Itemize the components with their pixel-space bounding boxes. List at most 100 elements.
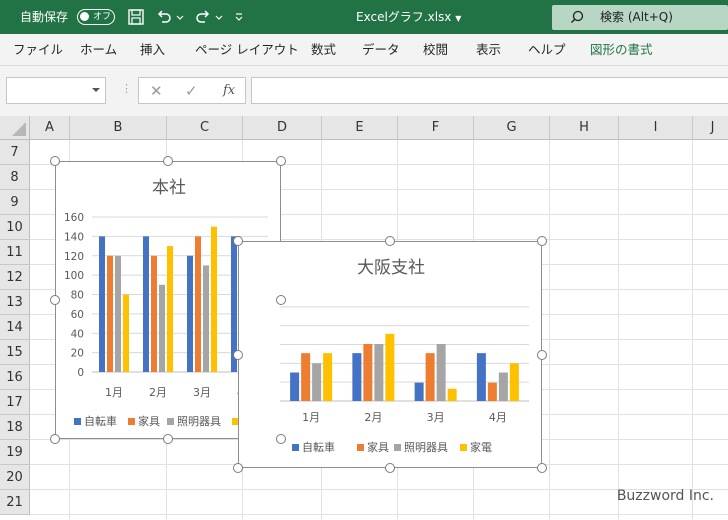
row-header-9[interactable]: 9 bbox=[0, 190, 30, 215]
bar-2-4[interactable] bbox=[487, 382, 497, 401]
chart-honsha-resize-handle[interactable] bbox=[50, 434, 60, 444]
bar-1-2[interactable] bbox=[352, 353, 362, 401]
column-header-b[interactable]: B bbox=[70, 116, 167, 140]
chart-osaka-resize-handle[interactable] bbox=[233, 236, 243, 246]
chart-osaka-resize-handle[interactable] bbox=[385, 236, 395, 246]
column-header-h[interactable]: H bbox=[550, 116, 619, 140]
tab-file[interactable]: ファイル bbox=[13, 34, 63, 66]
column-header-i[interactable]: I bbox=[619, 116, 693, 140]
chart-honsha-resize-handle[interactable] bbox=[163, 156, 173, 166]
undo-dropdown-icon[interactable] bbox=[175, 8, 185, 26]
y-tick-label: 80 bbox=[71, 290, 84, 302]
tab-page-layout[interactable]: ページ レイアウト bbox=[195, 34, 299, 66]
tab-home[interactable]: ホーム bbox=[80, 34, 117, 66]
chart-honsha-resize-handle[interactable] bbox=[276, 295, 286, 305]
name-box[interactable] bbox=[6, 77, 106, 104]
row-header-10[interactable]: 10 bbox=[0, 215, 30, 240]
row-header-11[interactable]: 11 bbox=[0, 240, 30, 265]
column-header-g[interactable]: G bbox=[474, 116, 550, 140]
chart-osaka-resize-handle[interactable] bbox=[537, 349, 547, 360]
row-header-17[interactable]: 17 bbox=[0, 390, 30, 415]
bar-1-1[interactable] bbox=[290, 372, 300, 401]
bar-3-3[interactable] bbox=[436, 343, 446, 401]
bar-3-1[interactable] bbox=[312, 363, 322, 401]
bar-1-3[interactable] bbox=[414, 382, 424, 401]
chart-honsha-resize-handle[interactable] bbox=[163, 434, 173, 444]
row-header-8[interactable]: 8 bbox=[0, 165, 30, 190]
tab-review[interactable]: 校閲 bbox=[423, 34, 448, 66]
bar-2-3[interactable] bbox=[195, 236, 201, 372]
row-header-15[interactable]: 15 bbox=[0, 340, 30, 365]
resize-dots-icon[interactable]: ⋮ bbox=[121, 82, 132, 95]
insert-function-icon[interactable]: fx bbox=[223, 83, 235, 98]
window-title[interactable]: Excelグラフ.xlsx ▼ bbox=[356, 0, 461, 34]
row-header-12[interactable]: 12 bbox=[0, 265, 30, 290]
chart-honsha-resize-handle[interactable] bbox=[50, 156, 60, 166]
row-header-19[interactable]: 19 bbox=[0, 440, 30, 465]
redo-dropdown-icon[interactable] bbox=[214, 8, 224, 26]
customize-toolbar-icon[interactable] bbox=[234, 8, 244, 26]
bar-1-3[interactable] bbox=[187, 255, 193, 372]
column-header-e[interactable]: E bbox=[322, 116, 398, 140]
row-header-14[interactable]: 14 bbox=[0, 315, 30, 340]
column-header-d[interactable]: D bbox=[243, 116, 322, 140]
bar-2-2[interactable] bbox=[363, 343, 373, 401]
bar-3-2[interactable] bbox=[374, 343, 384, 401]
confirm-icon[interactable]: ✓ bbox=[185, 82, 198, 100]
bar-4-4[interactable] bbox=[509, 363, 519, 401]
tab-help[interactable]: ヘルプ bbox=[528, 34, 566, 66]
search-icon bbox=[571, 10, 584, 23]
chevron-down-icon[interactable] bbox=[92, 86, 100, 94]
bar-4-1[interactable] bbox=[323, 353, 333, 401]
redo-icon[interactable] bbox=[194, 8, 212, 26]
row-header-13[interactable]: 13 bbox=[0, 290, 30, 315]
bar-3-4[interactable] bbox=[498, 372, 508, 401]
row-header-21[interactable]: 21 bbox=[0, 490, 30, 515]
bar-1-4[interactable] bbox=[476, 353, 486, 401]
undo-icon[interactable] bbox=[155, 8, 173, 26]
bar-2-2[interactable] bbox=[151, 255, 157, 372]
row-header-16[interactable]: 16 bbox=[0, 365, 30, 390]
column-header-c[interactable]: C bbox=[167, 116, 243, 140]
row-header-7[interactable]: 7 bbox=[0, 140, 30, 165]
tab-insert[interactable]: 挿入 bbox=[140, 34, 165, 66]
select-all-corner[interactable] bbox=[0, 116, 30, 140]
tab-shape-format[interactable]: 図形の書式 bbox=[590, 34, 653, 66]
chart-osaka-resize-handle[interactable] bbox=[233, 349, 243, 360]
row-header-18[interactable]: 18 bbox=[0, 415, 30, 440]
save-icon[interactable] bbox=[127, 8, 145, 26]
bar-2-1[interactable] bbox=[107, 255, 113, 372]
tab-formulas[interactable]: 数式 bbox=[311, 34, 336, 66]
autosave-toggle[interactable]: オフ bbox=[77, 9, 115, 25]
column-header-j[interactable]: J bbox=[693, 116, 728, 140]
cancel-icon[interactable]: ✕ bbox=[150, 82, 163, 100]
bar-4-3[interactable] bbox=[211, 226, 217, 372]
chart-osaka-resize-handle[interactable] bbox=[385, 463, 395, 473]
bar-1-2[interactable] bbox=[143, 236, 149, 372]
search-box[interactable]: 検索 (Alt+Q) bbox=[552, 5, 728, 30]
formula-input[interactable] bbox=[251, 77, 728, 104]
bar-4-3[interactable] bbox=[447, 388, 457, 401]
bar-4-2[interactable] bbox=[385, 333, 395, 401]
bar-3-2[interactable] bbox=[159, 284, 165, 372]
chart-honsha-resize-handle[interactable] bbox=[276, 156, 286, 166]
chart-osaka-resize-handle[interactable] bbox=[537, 463, 547, 473]
bar-4-2[interactable] bbox=[167, 246, 173, 372]
tab-view[interactable]: 表示 bbox=[476, 34, 501, 66]
row-header-20[interactable]: 20 bbox=[0, 465, 30, 490]
chart-osaka-resize-handle[interactable] bbox=[233, 463, 243, 473]
bar-2-1[interactable] bbox=[301, 353, 311, 401]
column-header-f[interactable]: F bbox=[398, 116, 474, 140]
chart-osaka-resize-handle[interactable] bbox=[537, 236, 547, 246]
bar-3-3[interactable] bbox=[203, 265, 209, 372]
chart-honsha-resize-handle[interactable] bbox=[50, 295, 60, 305]
bar-1-1[interactable] bbox=[99, 236, 105, 372]
column-header-a[interactable]: A bbox=[30, 116, 70, 140]
title-bar: 自動保存 オフ Excelグラフ.xlsx ▼ 検索 (Alt+Q) bbox=[0, 0, 728, 34]
bar-4-1[interactable] bbox=[123, 294, 129, 373]
bar-2-3[interactable] bbox=[425, 353, 435, 401]
bar-3-1[interactable] bbox=[115, 255, 121, 372]
chart-honsha-resize-handle[interactable] bbox=[276, 434, 286, 444]
tab-data[interactable]: データ bbox=[362, 34, 400, 66]
ribbon-tabs: ファイル ホーム 挿入 ページ レイアウト 数式 データ 校閲 表示 ヘルプ 図… bbox=[0, 34, 728, 66]
